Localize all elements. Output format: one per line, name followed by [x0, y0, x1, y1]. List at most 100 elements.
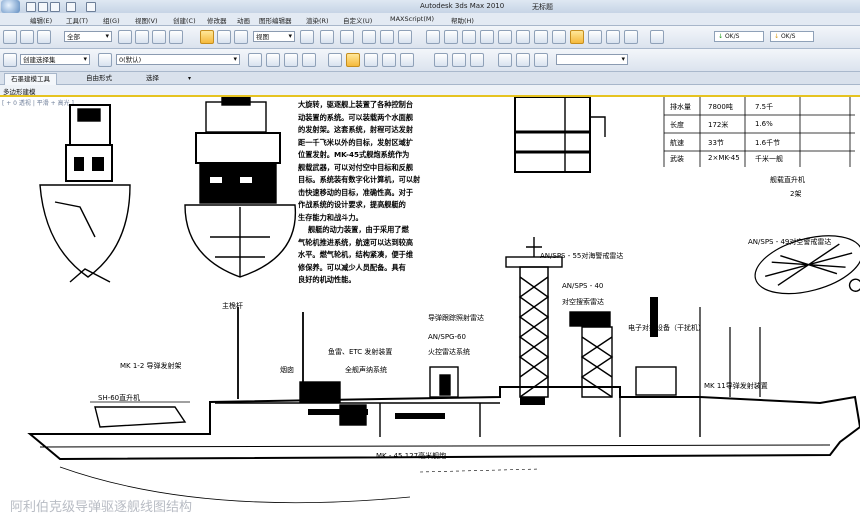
select-object-icon[interactable] [118, 30, 132, 44]
edit-named-selection-icon[interactable] [3, 53, 17, 67]
link-icon[interactable] [3, 30, 17, 44]
menu-maxscript[interactable]: MAXScript(M) [390, 15, 434, 23]
keyboard-shortcut-icon[interactable] [340, 30, 354, 44]
menu-edit[interactable]: 编辑(E) [30, 15, 52, 25]
viewport-background-icon[interactable] [364, 53, 378, 67]
render-production-icon[interactable] [588, 30, 602, 44]
menu-view[interactable]: 视图(V) [135, 15, 158, 25]
rendered-frame-icon[interactable] [570, 30, 584, 44]
rect-selection-icon[interactable] [152, 30, 166, 44]
table-cell: 33节 [708, 139, 724, 147]
table-note: 2架 [790, 190, 802, 198]
object-paint-icon[interactable] [434, 53, 448, 67]
drawing-label: 鱼雷、ETC 发射装置 [328, 348, 393, 356]
perspective-viewport[interactable]: [ + 0 透视 | 平滑 + 高光 ] 大旋转，驱逐舰上装置了各种控制台 动装… [0, 97, 860, 516]
menu-bar: 编辑(E) 工具(T) 组(G) 视图(V) 创建(C) 修改器 动画 图形编辑… [0, 13, 860, 26]
material-editor-icon[interactable] [534, 30, 548, 44]
align-icon[interactable] [444, 30, 458, 44]
graphite-tools-icon[interactable] [480, 30, 494, 44]
layer-manager-icon[interactable] [462, 30, 476, 44]
secondary-toolbar: 创建选择集 0(默认) [0, 49, 860, 72]
snap-toggle-icon[interactable] [362, 30, 376, 44]
curve-editor-icon[interactable] [498, 30, 512, 44]
select-layer-objects-icon[interactable] [284, 53, 298, 67]
open-file-icon[interactable] [38, 2, 48, 12]
render-setup-icon[interactable] [552, 30, 566, 44]
table-cell: 1.6千节 [755, 139, 781, 147]
brush-size-select[interactable] [556, 54, 628, 65]
redo-icon[interactable] [86, 2, 96, 12]
ribbon-tabs: 石墨建模工具 自由形式 选择 ▾ [0, 72, 860, 85]
rotate-icon[interactable] [217, 30, 231, 44]
render-online-icon[interactable] [650, 30, 664, 44]
render-iterative-icon[interactable] [606, 30, 620, 44]
named-selection-set-select[interactable]: 创建选择集 [20, 54, 90, 65]
drawing-label: 主桅杆 [222, 302, 243, 310]
reference-coord-select[interactable]: 视图 [253, 31, 295, 42]
new-file-icon[interactable] [26, 2, 36, 12]
create-layer-icon[interactable] [248, 53, 262, 67]
mirror-icon[interactable] [426, 30, 440, 44]
table-cell: 航速 [670, 139, 684, 147]
brush-settings-icon[interactable] [516, 53, 530, 67]
scale-icon[interactable] [234, 30, 248, 44]
schematic-view-icon[interactable] [516, 30, 530, 44]
render-region-icon[interactable] [346, 53, 360, 67]
drawing-paragraph: 大旋转，驱逐舰上装置了各种控制台 动装置的系统。可以装载两个水面舰 的发射架。这套系… [298, 100, 421, 284]
menu-customize[interactable]: 自定义(U) [343, 15, 372, 25]
add-to-layer-icon[interactable] [266, 53, 280, 67]
menu-graph-editors[interactable]: 图形编辑器 [259, 15, 292, 25]
bind-space-warp-icon[interactable] [37, 30, 51, 44]
percent-snap-icon[interactable] [398, 30, 412, 44]
drawing-label: 导弹跟踪照射雷达 [428, 314, 484, 322]
unlink-icon[interactable] [20, 30, 34, 44]
menu-create[interactable]: 创建(C) [173, 15, 196, 25]
drawing-label: MK 11导弹发射装置 [704, 382, 768, 390]
display-panel-icon[interactable] [382, 53, 396, 67]
window-crossing-icon[interactable] [169, 30, 183, 44]
menu-tools[interactable]: 工具(T) [66, 15, 88, 25]
tab-graphite-modeling[interactable]: 石墨建模工具 [4, 73, 57, 85]
brush-preset-icon[interactable] [498, 53, 512, 67]
select-by-name-icon[interactable] [135, 30, 149, 44]
menu-modifiers[interactable]: 修改器 [207, 15, 227, 25]
status-ok-field-1[interactable]: ↓ OK/S [714, 31, 764, 42]
drawing-label: 全舰声纳系统 [345, 366, 387, 374]
table-cell: 2×MK-45 [708, 154, 740, 162]
main-toolbar: 全部 视图 ↓ OK/S ↓ OK/S [0, 26, 860, 49]
pivot-center-icon[interactable] [300, 30, 314, 44]
viewport-layout-icon[interactable] [328, 53, 342, 67]
array-icon[interactable] [452, 53, 466, 67]
app-menu-button[interactable] [1, 0, 20, 13]
tab-freeform[interactable]: 自由形式 [80, 73, 118, 84]
ribbon-options-icon[interactable]: ▾ [182, 73, 197, 84]
menu-help[interactable]: 帮助(H) [451, 15, 474, 25]
select-manipulate-icon[interactable] [320, 30, 334, 44]
layers-icon[interactable] [98, 53, 112, 67]
tab-selection[interactable]: 选择 [140, 73, 165, 84]
drawing-caption: 阿利伯克级导弹驱逐舰线图结构 [10, 500, 193, 515]
move-icon[interactable] [200, 30, 214, 44]
menu-animation[interactable]: 动画 [237, 15, 250, 25]
selection-filter-select[interactable]: 全部 [64, 31, 112, 42]
angle-snap-icon[interactable] [380, 30, 394, 44]
menu-rendering[interactable]: 渲染(R) [306, 15, 329, 25]
save-file-icon[interactable] [50, 2, 60, 12]
drawing-label: 火控雷达系统 [428, 348, 470, 356]
undo-icon[interactable] [66, 2, 76, 12]
snapshot-icon[interactable] [470, 53, 484, 67]
drawing-label: MK - 45 127毫米舰炮 [376, 452, 447, 460]
window-title: Autodesk 3ds Max 2010 [420, 2, 505, 10]
hierarchy-panel-icon[interactable] [400, 53, 414, 67]
brush-mode-icon[interactable] [534, 53, 548, 67]
table-cell: 172米 [708, 121, 729, 129]
status-ok-field-2[interactable]: ↓ OK/S [770, 31, 814, 42]
document-name: 无标题 [532, 3, 553, 11]
title-bar: Autodesk 3ds Max 2010 无标题 [0, 0, 860, 14]
drawing-label: 烟囱 [280, 366, 294, 374]
menu-group[interactable]: 组(G) [103, 15, 120, 25]
set-current-layer-icon[interactable] [302, 53, 316, 67]
table-cell: 武装 [670, 155, 684, 163]
layer-select[interactable]: 0(默认) [116, 54, 240, 65]
activeshade-icon[interactable] [624, 30, 638, 44]
